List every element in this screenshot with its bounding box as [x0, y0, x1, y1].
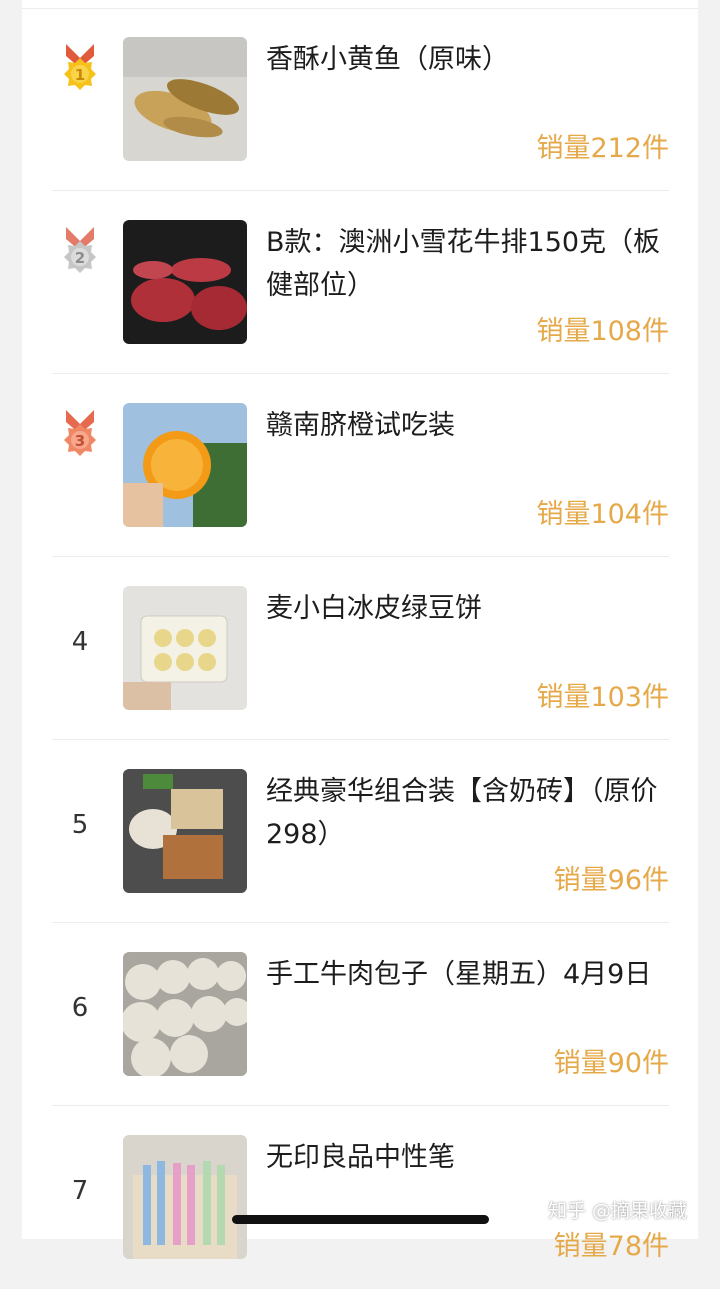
bronze-medal-icon: 3: [64, 410, 96, 456]
sales-count: 销量212件: [536, 133, 669, 164]
list-item[interactable]: 2 B款：澳洲小雪花牛排150克（板健部位） 销量108件: [52, 191, 669, 374]
gold-medal-icon: 1: [64, 44, 96, 90]
sales-count: 销量108件: [536, 316, 669, 347]
list-item[interactable]: 4 麦小白冰皮绿豆饼 销量103件: [52, 557, 669, 740]
product-image[interactable]: [123, 403, 247, 527]
product-image[interactable]: [123, 586, 247, 710]
product-title[interactable]: 手工牛肉包子（星期五）4月9日: [266, 953, 668, 996]
product-title[interactable]: 赣南脐橙试吃装: [266, 404, 668, 447]
sales-count: 销量104件: [536, 499, 669, 530]
rank-number: 7: [71, 1176, 89, 1206]
rank-number: 5: [71, 810, 89, 840]
watermark-text: 知乎 @摘果收藏: [548, 1200, 688, 1222]
svg-text:3: 3: [75, 432, 85, 450]
list-item[interactable]: 1 香酥小黄鱼（原味） 销量212件: [52, 8, 669, 191]
product-title[interactable]: 麦小白冰皮绿豆饼: [266, 587, 668, 630]
rank-number: 4: [71, 627, 89, 657]
silver-medal-icon: 2: [64, 227, 96, 273]
product-title[interactable]: 经典豪华组合装【含奶砖】（原价298）: [266, 770, 668, 856]
svg-text:1: 1: [75, 66, 85, 84]
product-title[interactable]: B款：澳洲小雪花牛排150克（板健部位）: [266, 221, 668, 307]
sales-count: 销量96件: [553, 865, 669, 896]
list-item[interactable]: 6 手工牛肉包子（星期五）4月9日 销量90件: [52, 923, 669, 1106]
product-title[interactable]: 无印良品中性笔: [266, 1136, 668, 1179]
product-image[interactable]: [123, 769, 247, 893]
product-image[interactable]: [123, 37, 247, 161]
sales-count: 销量78件: [553, 1231, 669, 1262]
product-image[interactable]: [123, 1135, 247, 1259]
product-image[interactable]: [123, 220, 247, 344]
home-indicator[interactable]: [232, 1215, 489, 1224]
rank-number: 6: [71, 993, 89, 1023]
list-item[interactable]: 3 赣南脐橙试吃装 销量104件: [52, 374, 669, 557]
product-image[interactable]: [123, 952, 247, 1076]
product-title[interactable]: 香酥小黄鱼（原味）: [266, 38, 668, 81]
svg-text:2: 2: [75, 249, 85, 267]
sales-count: 销量90件: [553, 1048, 669, 1079]
list-item[interactable]: 5 经典豪华组合装【含奶砖】（原价298） 销量96件: [52, 740, 669, 923]
sales-count: 销量103件: [536, 682, 669, 713]
